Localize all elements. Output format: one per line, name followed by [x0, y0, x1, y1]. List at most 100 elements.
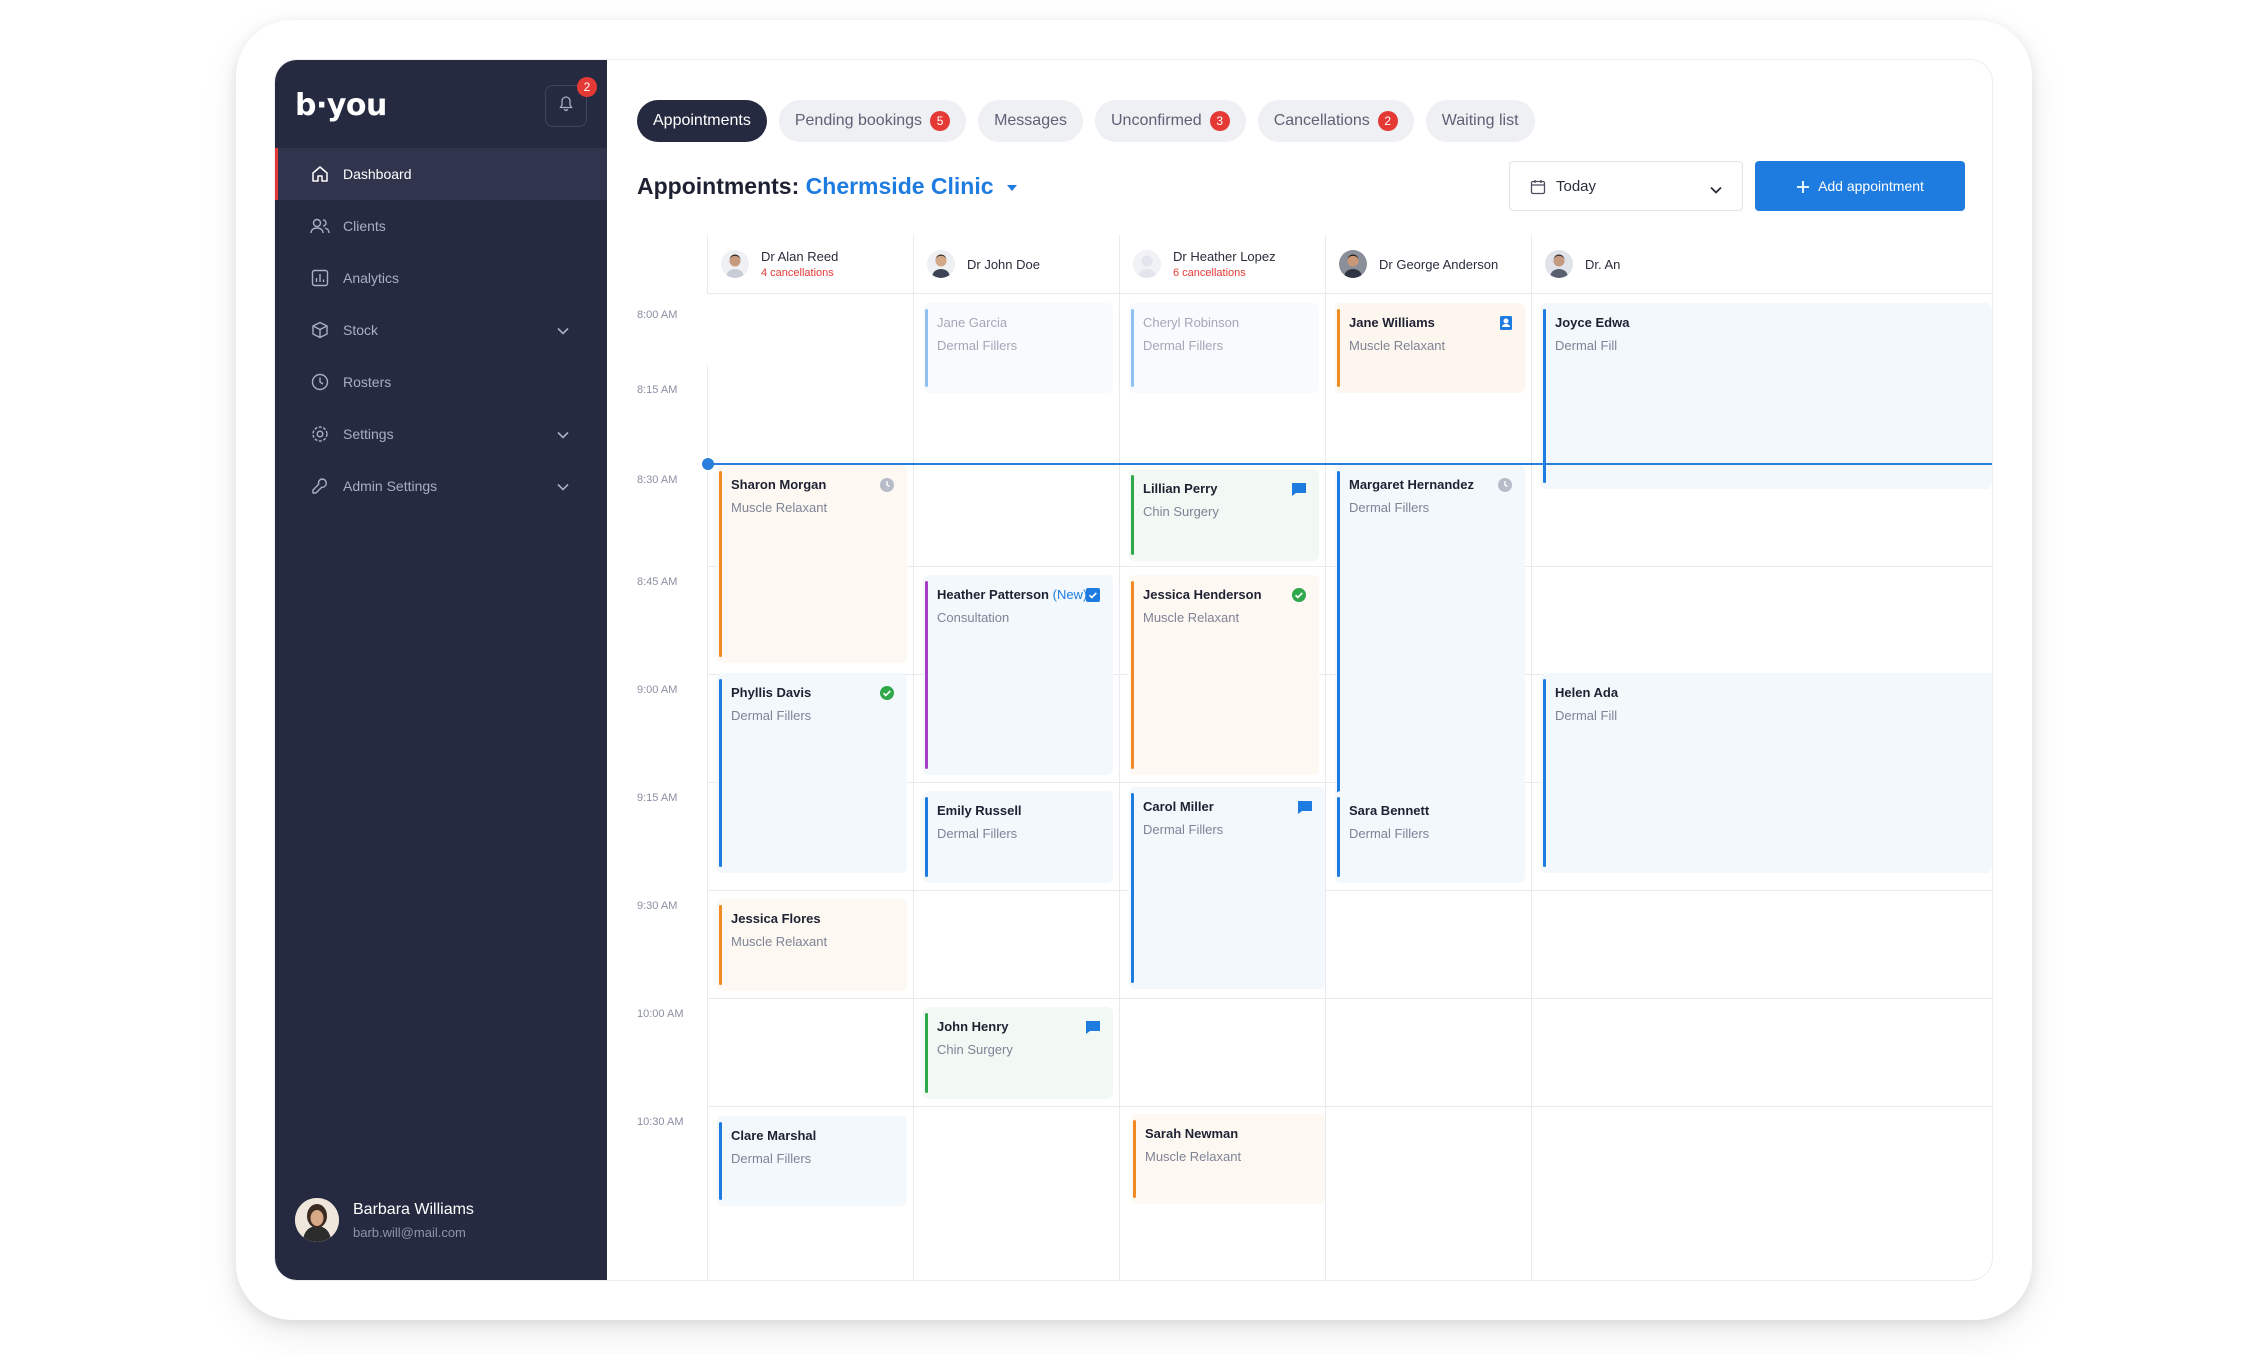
- doctor-header[interactable]: Dr Heather Lopez 6 cancellations: [1133, 235, 1276, 293]
- tab-pending-bookings[interactable]: Pending bookings 5: [778, 100, 967, 142]
- client-name: John Henry: [937, 1019, 1009, 1034]
- doctor-name: Dr Heather Lopez: [1173, 249, 1276, 264]
- treatment-type: Dermal Fillers: [1349, 826, 1430, 841]
- gear-icon: [309, 423, 331, 445]
- count-badge: 2: [1377, 111, 1398, 131]
- clock-icon: [879, 477, 895, 498]
- appointment-color-bar: [1131, 309, 1134, 387]
- calendar-icon: [1530, 177, 1556, 194]
- appointment-card[interactable]: Phyllis Davis Dermal Fillers: [717, 673, 907, 873]
- appointment-color-bar: [1131, 793, 1134, 983]
- wrench-icon: [309, 475, 331, 497]
- grid-line: [707, 1106, 1992, 1107]
- page-title-prefix: Appointments:: [637, 173, 800, 199]
- clock-icon: [309, 371, 331, 393]
- sidebar-item-admin-settings[interactable]: Admin Settings: [275, 460, 607, 512]
- doctor-header[interactable]: Dr. An: [1545, 235, 1620, 293]
- doctor-avatar: [1545, 250, 1573, 278]
- doctor-name: Dr Alan Reed: [761, 249, 839, 264]
- client-name: Jessica Henderson: [1143, 587, 1262, 602]
- doctor-name: Dr John Doe: [967, 256, 1040, 272]
- tab-cancellations[interactable]: Cancellations 2: [1257, 100, 1414, 142]
- client-name: Heather Patterson (New): [937, 587, 1101, 602]
- appointment-color-bar: [1131, 581, 1134, 769]
- tab-label: Waiting list: [1441, 112, 1519, 129]
- time-label: 8:15 AM: [637, 384, 678, 396]
- app-logo: b·you: [295, 88, 387, 123]
- doctor-header[interactable]: Dr Alan Reed 4 cancellations: [721, 235, 838, 293]
- check-circle-icon: [879, 685, 895, 706]
- client-name: Sara Bennett: [1349, 803, 1430, 818]
- appointment-card[interactable]: Sarah Newman Muscle Relaxant: [1131, 1114, 1325, 1204]
- sidebar-item-label: Clients: [343, 218, 386, 234]
- appointment-color-bar: [719, 471, 722, 657]
- treatment-type: Dermal Fillers: [1143, 822, 1224, 837]
- calendar-grid: Dr Alan Reed 4 cancellations Dr John Doe …: [637, 235, 1992, 1280]
- treatment-type: Dermal Fillers: [731, 1151, 812, 1166]
- time-label: 9:15 AM: [637, 792, 678, 804]
- appointment-card[interactable]: Heather Patterson (New) Consultation: [923, 575, 1113, 775]
- chevron-down-icon[interactable]: [557, 322, 569, 338]
- message-icon: [1297, 799, 1313, 820]
- tab-appointments[interactable]: Appointments: [637, 100, 767, 142]
- time-label: 9:00 AM: [637, 684, 678, 696]
- tab-messages[interactable]: Messages: [978, 100, 1083, 142]
- time-label: 9:30 AM: [637, 900, 678, 912]
- treatment-type: Muscle Relaxant: [1349, 338, 1446, 353]
- tab-label: Pending bookings: [794, 112, 923, 129]
- box-icon: [309, 319, 331, 341]
- add-appointment-button[interactable]: Add appointment: [1755, 161, 1965, 211]
- treatment-type: Dermal Fillers: [937, 338, 1018, 353]
- appointment-card[interactable]: Helen Ada Dermal Fill: [1541, 673, 1992, 873]
- sidebar-item-analytics[interactable]: Analytics: [275, 252, 607, 304]
- user-profile[interactable]: Barbara Williams barb.will@mail.com: [295, 1198, 474, 1242]
- sidebar-item-label: Admin Settings: [343, 478, 438, 494]
- appointment-color-bar: [719, 679, 722, 867]
- sidebar: b·you 2 Dashboard Clients Analytics Stoc: [275, 60, 607, 1280]
- treatment-type: Dermal Fill: [1555, 338, 1618, 353]
- avatar: [295, 1198, 339, 1242]
- clinic-name: Chermside Clinic: [805, 173, 994, 199]
- tab-unconfirmed[interactable]: Unconfirmed 3: [1094, 100, 1246, 142]
- home-icon: [309, 163, 331, 185]
- appointment-card[interactable]: Sara Bennett Dermal Fillers: [1335, 791, 1525, 883]
- doctor-cancellations[interactable]: 4 cancellations: [761, 267, 838, 279]
- appointment-card[interactable]: Lillian Perry Chin Surgery: [1129, 469, 1319, 561]
- tab-label: Appointments: [653, 112, 751, 129]
- doctor-header[interactable]: Dr George Anderson: [1339, 235, 1498, 293]
- clinic-selector[interactable]: Chermside Clinic: [806, 173, 1018, 199]
- client-name: Emily Russell: [937, 803, 1022, 818]
- date-select[interactable]: Today: [1509, 161, 1743, 211]
- sidebar-item-settings[interactable]: Settings: [275, 408, 607, 460]
- tab-label: Unconfirmed: [1110, 112, 1202, 129]
- appointment-card[interactable]: Jessica Henderson Muscle Relaxant: [1129, 575, 1319, 775]
- appointment-card[interactable]: Jessica Flores Muscle Relaxant: [717, 899, 907, 991]
- sidebar-item-rosters[interactable]: Rosters: [275, 356, 607, 408]
- sidebar-item-clients[interactable]: Clients: [275, 200, 607, 252]
- new-client-tag: (New): [1052, 587, 1088, 602]
- chevron-down-icon[interactable]: [557, 478, 569, 494]
- appointment-card[interactable]: Jane Garcia Dermal Fillers: [923, 303, 1113, 393]
- appointment-card[interactable]: Cheryl Robinson Dermal Fillers: [1129, 303, 1319, 393]
- tab-waiting-list[interactable]: Waiting list: [1425, 100, 1535, 142]
- appointment-card[interactable]: Emily Russell Dermal Fillers: [923, 791, 1113, 883]
- doctor-header[interactable]: Dr John Doe: [927, 235, 1040, 293]
- appointment-card[interactable]: Carol Miller Dermal Fillers: [1129, 787, 1325, 989]
- sidebar-item-stock[interactable]: Stock: [275, 304, 607, 356]
- appointment-card[interactable]: Sharon Morgan Muscle Relaxant: [717, 465, 907, 663]
- doctor-cancellations[interactable]: 6 cancellations: [1173, 267, 1276, 279]
- appointment-card[interactable]: Jane Williams Muscle Relaxant: [1335, 303, 1525, 393]
- appointment-card[interactable]: John Henry Chin Surgery: [923, 1007, 1113, 1099]
- count-badge: 3: [1209, 111, 1230, 131]
- doctor-avatar: [927, 250, 955, 278]
- sidebar-item-label: Settings: [343, 426, 394, 442]
- appointment-card[interactable]: Clare Marshal Dermal Fillers: [717, 1116, 907, 1206]
- date-value: Today: [1556, 177, 1597, 195]
- treatment-type: Muscle Relaxant: [1143, 610, 1240, 625]
- appointment-card[interactable]: Joyce Edwa Dermal Fill: [1541, 303, 1992, 489]
- sidebar-item-dashboard[interactable]: Dashboard: [275, 148, 607, 200]
- bell-icon: [559, 95, 573, 117]
- client-name-text: Heather Patterson: [937, 587, 1049, 602]
- chevron-down-icon[interactable]: [557, 426, 569, 442]
- client-name: Lillian Perry: [1143, 481, 1218, 496]
